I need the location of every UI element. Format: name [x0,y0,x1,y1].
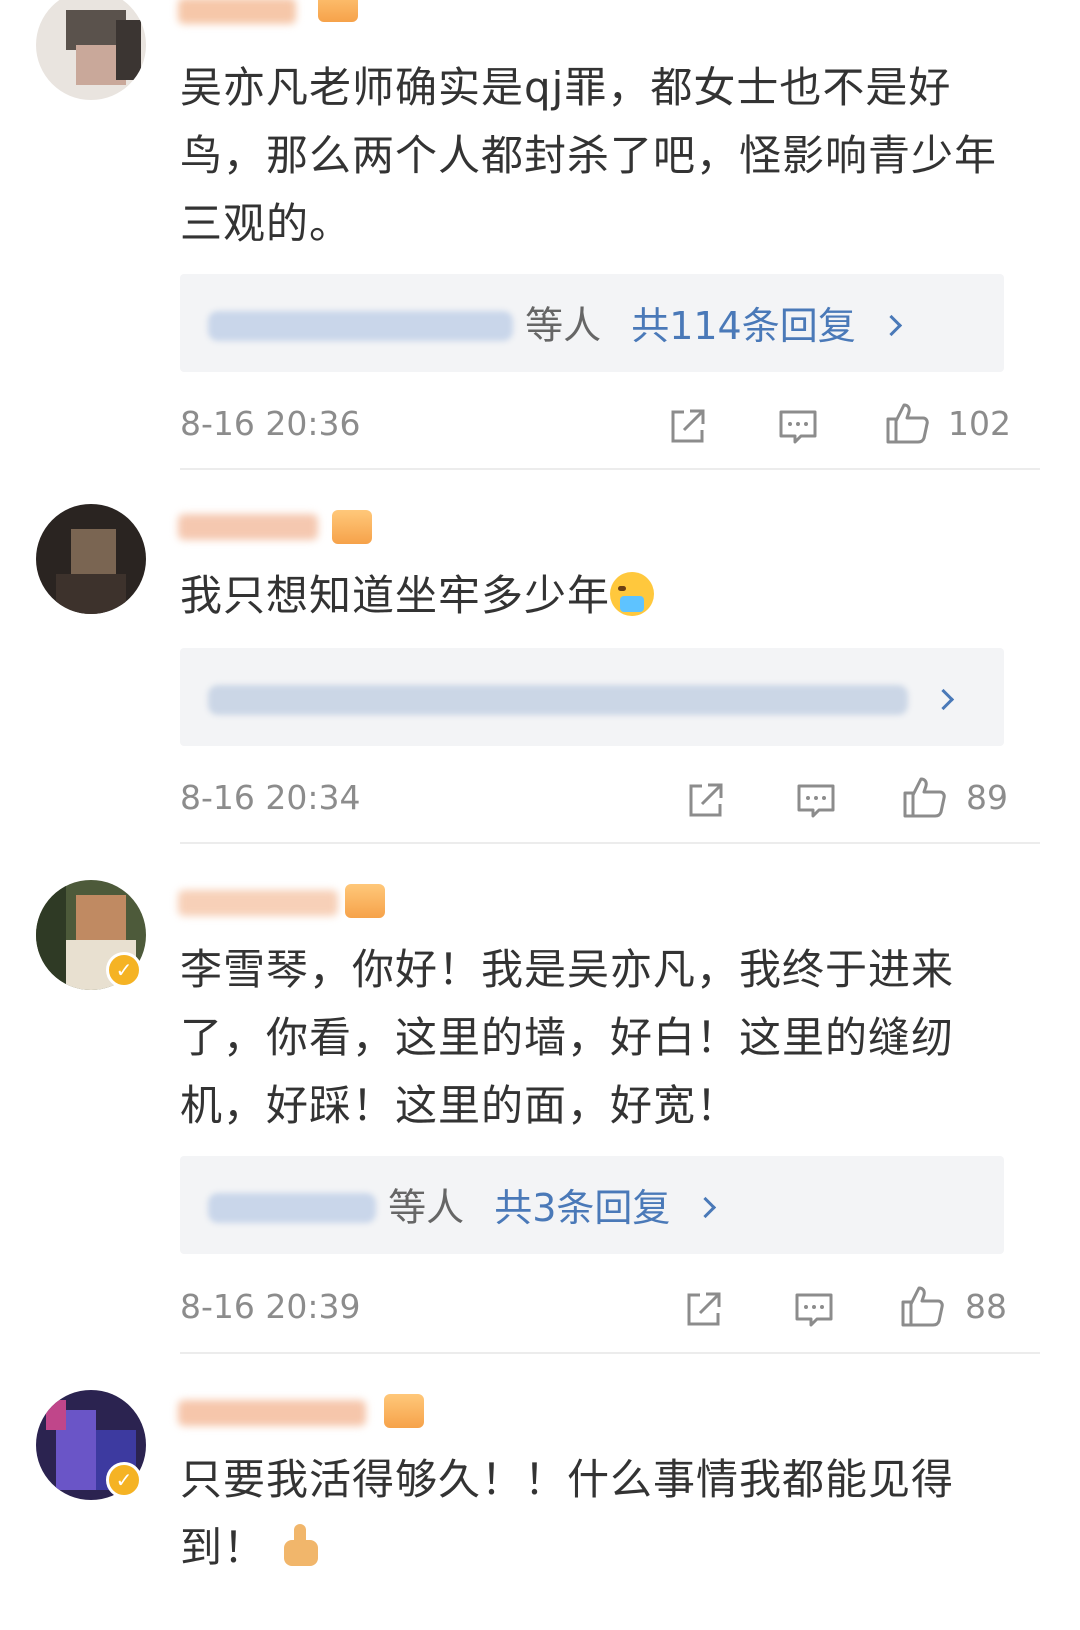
thumbs-up-emoji-icon [280,1524,324,1568]
username[interactable] [178,882,348,924]
verified-icon: ✓ [106,1462,142,1498]
username[interactable] [178,0,318,32]
share-icon[interactable] [668,406,708,446]
reply-summary[interactable] [180,648,1004,746]
reply-summary[interactable]: 等人 共114条回复 [180,274,1004,372]
like-icon[interactable] [902,774,948,820]
reply-suffix: 等人 [525,303,602,348]
reply-user-names [208,310,513,341]
chevron-right-icon [932,688,955,711]
reply-suffix: 等人 [388,1185,465,1230]
divider [180,1352,1040,1354]
divider [180,842,1040,844]
comment-meta: 8-16 20:36 102 [180,400,1011,450]
share-icon[interactable] [686,780,726,820]
like-count: 102 [948,404,1011,443]
comment-icon[interactable] [796,780,836,820]
level-badge [384,1394,424,1428]
view-replies-link[interactable]: 共3条回复 [494,1186,670,1230]
chevron-right-icon [695,1196,717,1219]
share-icon[interactable] [684,1289,724,1329]
username[interactable] [178,506,328,548]
reply-user-names [208,1192,376,1223]
comment-text: 只要我活得够久！！什么事情我都能见得到！ [180,1446,1020,1582]
level-badge [345,884,385,918]
like-count: 89 [966,778,1008,817]
comment-icon[interactable] [778,406,818,446]
level-badge [332,510,372,544]
view-replies-link[interactable]: 共114条回复 [631,304,856,348]
comment-text-content: 我只想知道坐牢多少年 [180,571,611,620]
timestamp: 8-16 20:36 [180,404,361,443]
comment-icon[interactable] [794,1289,834,1329]
avatar[interactable] [36,504,146,614]
cry-emoji-icon [610,572,655,616]
comment-meta: 8-16 20:39 88 [180,1283,1007,1333]
like-icon[interactable] [885,400,931,446]
level-badge [318,0,358,22]
reply-summary-blurred [208,684,908,715]
comment-text: 我只想知道坐牢多少年 [180,562,1020,630]
divider [180,468,1040,470]
verified-icon: ✓ [106,952,142,988]
avatar[interactable] [36,0,146,100]
reply-summary[interactable]: 等人 共3条回复 [180,1156,1004,1254]
timestamp: 8-16 20:39 [180,1287,361,1326]
comment-feed: 吴亦凡老师确实是qj罪，都女士也不是好鸟，那么两个人都封杀了吧，怪影响青少年三观… [0,0,1080,1630]
like-count: 88 [965,1287,1007,1326]
chevron-right-icon [880,314,902,337]
comment-text: 吴亦凡老师确实是qj罪，都女士也不是好鸟，那么两个人都封杀了吧，怪影响青少年三观… [180,63,998,248]
comment-meta: 8-16 20:34 89 [180,774,1008,824]
timestamp: 8-16 20:34 [180,778,361,817]
comment-text: 李雪琴，你好！我是吴亦凡，我终于进来了，你看，这里的墙，好白！这里的缝纫机，好踩… [180,945,955,1130]
username[interactable] [178,1392,378,1434]
like-icon[interactable] [900,1283,946,1329]
